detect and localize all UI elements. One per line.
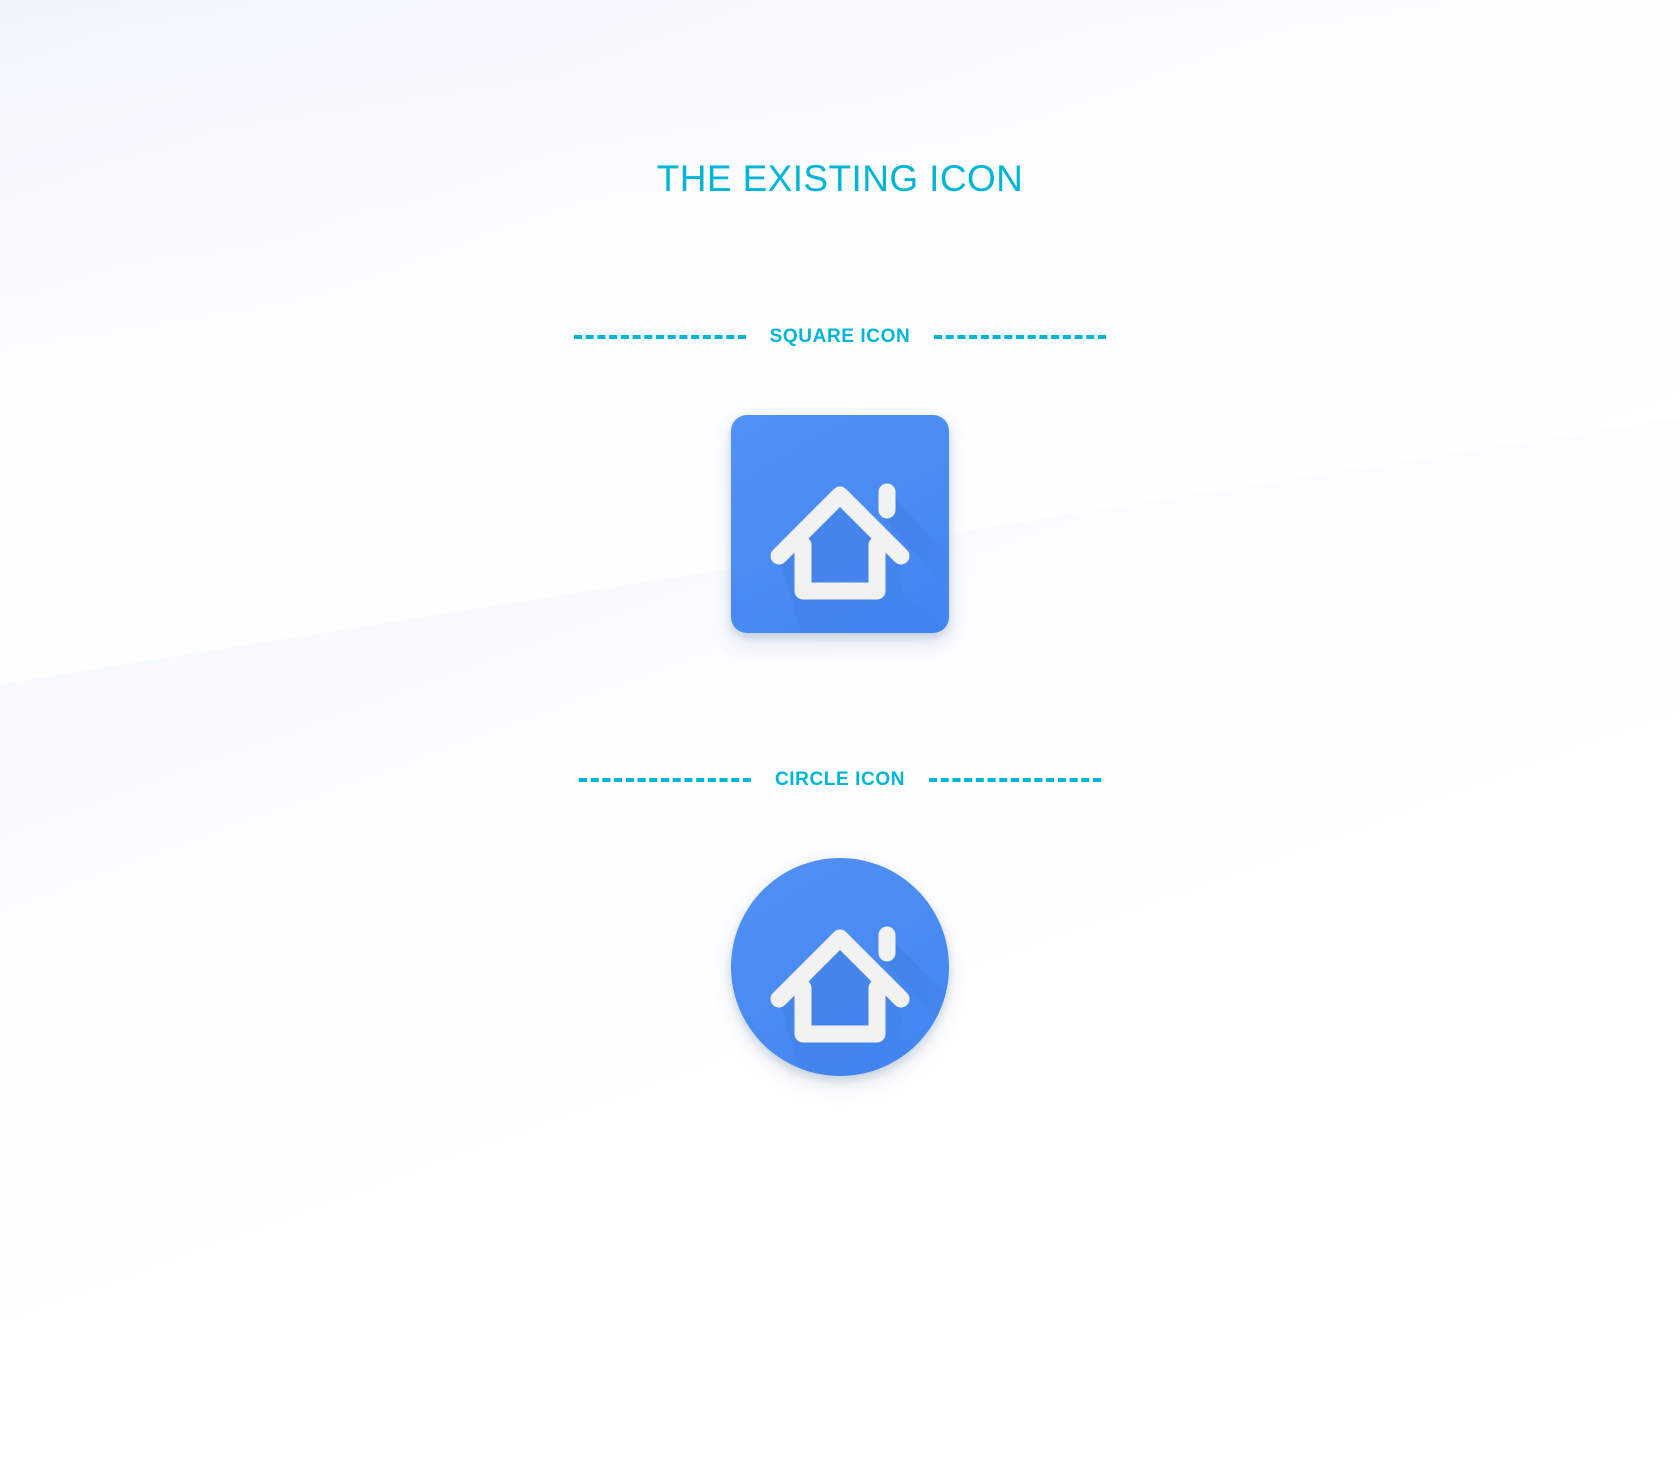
dashed-rule-left xyxy=(573,335,746,339)
section-label-square: SQUARE ICON xyxy=(769,326,911,347)
section-header-square: SQUARE ICON xyxy=(0,326,1680,348)
dashed-rule-left xyxy=(578,778,751,782)
square-icon-preview[interactable] xyxy=(731,415,949,633)
page-title: THE EXISTING ICON xyxy=(656,158,1024,199)
circle-icon-tile[interactable] xyxy=(731,858,949,1076)
section-header-circle: CIRCLE ICON xyxy=(0,769,1680,791)
home-icon xyxy=(770,483,949,633)
dashed-rule-right xyxy=(934,335,1107,339)
dashed-rule-right xyxy=(929,778,1102,782)
canvas: THE EXISTING ICON SQUARE ICON CIRCLE ICO… xyxy=(0,0,1680,1466)
section-label-circle: CIRCLE ICON xyxy=(774,769,906,790)
home-icon xyxy=(770,926,949,1076)
square-icon-tile[interactable] xyxy=(731,415,949,633)
circle-icon-preview[interactable] xyxy=(731,858,949,1076)
